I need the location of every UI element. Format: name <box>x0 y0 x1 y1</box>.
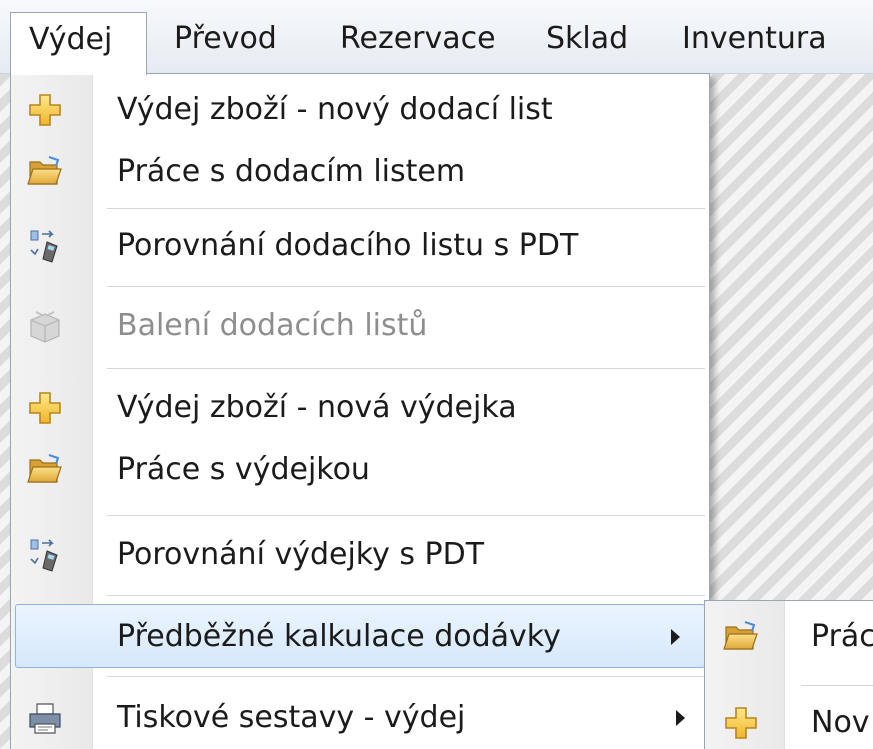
menu-separator <box>107 368 705 370</box>
menu-item-label: Porovnání dodacího listu s PDT <box>117 228 579 263</box>
menu-sklad[interactable]: Sklad <box>528 12 646 74</box>
menu-separator <box>801 685 873 687</box>
menu-prevod[interactable]: Převod <box>156 12 295 74</box>
plus-icon <box>723 705 759 741</box>
menu-item-label: Nov <box>811 705 870 740</box>
menu-separator <box>107 286 705 288</box>
printer-icon <box>27 700 63 736</box>
menu-item-porovnani-vydejky[interactable]: Porovnání výdejky s PDT <box>11 523 709 587</box>
folder-open-icon <box>27 452 63 488</box>
menu-item-label: Porovnání výdejky s PDT <box>117 537 485 572</box>
menu-item-label: Práce s dodacím listem <box>117 154 466 189</box>
menu-separator <box>107 515 705 517</box>
menu-rezervace[interactable]: Rezervace <box>322 12 514 74</box>
menu-item-vydej-novy-dodaci-list[interactable]: Výdej zboží - nový dodací list <box>11 78 709 142</box>
menu-separator <box>107 676 705 678</box>
menu-item-vydej-nova-vydejka[interactable]: Výdej zboží - nová výdejka <box>11 376 709 440</box>
menu-item-label: Tiskové sestavy - výdej <box>117 700 466 735</box>
menu-separator <box>107 208 705 210</box>
menu-separator <box>107 595 705 597</box>
compare-pdt-icon <box>27 228 63 264</box>
menu-item-prace-s-dodacim-listem[interactable]: Práce s dodacím listem <box>11 140 709 204</box>
menu-item-label: Balení dodacích listů <box>117 308 428 343</box>
menu-item-porovnani-dodaciho-listu[interactable]: Porovnání dodacího listu s PDT <box>11 214 709 278</box>
submenu-item-novy[interactable]: Nov <box>705 691 873 749</box>
submenu-item-prace[interactable]: Prác <box>705 605 873 669</box>
menu-inventura[interactable]: Inventura <box>664 12 845 74</box>
folder-open-icon <box>723 619 759 655</box>
menu-item-tiskove-sestavy[interactable]: Tiskové sestavy - výdej <box>11 686 709 749</box>
menu-item-label: Práce s výdejkou <box>117 452 370 487</box>
menu-item-label: Prác <box>811 619 873 654</box>
menu-item-baleni-dodacich-listu: Balení dodacích listů <box>11 294 709 358</box>
menu-vydej[interactable]: Výdej <box>10 12 147 75</box>
menu-item-label: Výdej zboží - nový dodací list <box>117 92 553 127</box>
folder-open-icon <box>27 154 63 190</box>
submenu-arrow-icon <box>676 710 685 726</box>
submenu-arrow-icon <box>671 629 680 645</box>
menu-item-predbezne-kalkulace[interactable]: Předběžné kalkulace dodávky <box>15 604 705 668</box>
menu-item-label: Výdej zboží - nová výdejka <box>117 390 517 425</box>
menu-bar: Výdej Převod Rezervace Sklad Inventura <box>0 0 873 75</box>
kalkulace-submenu: Prác Nov <box>704 600 873 749</box>
menu-item-prace-s-vydejkou[interactable]: Práce s výdejkou <box>11 438 709 502</box>
vydej-dropdown-menu: Výdej zboží - nový dodací list Práce s d… <box>10 73 710 749</box>
menu-item-label: Předběžné kalkulace dodávky <box>117 619 561 654</box>
compare-pdt-icon <box>27 537 63 573</box>
plus-icon <box>27 390 63 426</box>
plus-icon <box>27 92 63 128</box>
package-icon <box>27 308 63 344</box>
